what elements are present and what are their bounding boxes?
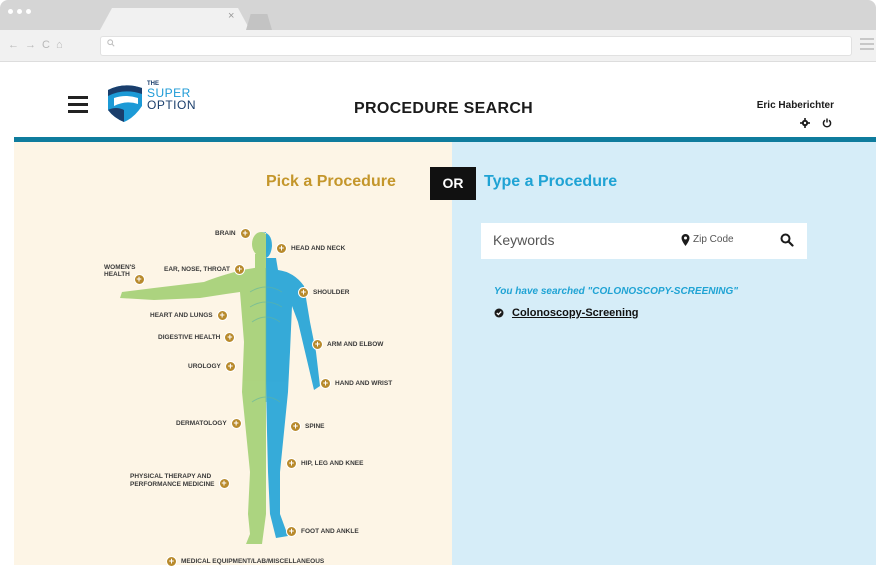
- body-part-label: UROLOGY: [188, 362, 221, 370]
- body-part-urology[interactable]: UROLOGY +: [188, 361, 236, 372]
- location-pin-icon: [681, 234, 690, 246]
- plus-icon[interactable]: +: [133, 274, 145, 285]
- tab-close-icon[interactable]: ×: [228, 10, 234, 22]
- browser-menu-icon[interactable]: [860, 38, 874, 53]
- plus-icon[interactable]: +: [290, 421, 301, 432]
- logo[interactable]: THE SUPER OPTION: [104, 80, 214, 124]
- plus-icon[interactable]: +: [230, 418, 242, 429]
- body-part-heart-lungs[interactable]: HEART AND LUNGS +: [150, 310, 228, 321]
- body-part-hip-leg-knee[interactable]: + HIP, LEG AND KNEE: [286, 458, 363, 469]
- check-circle-icon: [494, 308, 504, 318]
- body-part-digestive[interactable]: DIGESTIVE HEALTH +: [158, 332, 236, 343]
- body-part-head-neck[interactable]: + HEAD AND NECK: [276, 243, 345, 254]
- plus-icon[interactable]: +: [224, 332, 236, 343]
- address-search-icon: [107, 39, 115, 47]
- window-maximize-dot[interactable]: [26, 9, 31, 14]
- window-close-dot[interactable]: [8, 9, 13, 14]
- reload-icon[interactable]: C: [42, 39, 50, 51]
- body-part-label: WOMEN'S HEALTH: [104, 264, 136, 279]
- plus-icon[interactable]: +: [286, 458, 297, 469]
- body-part-label: HEART AND LUNGS: [150, 311, 213, 319]
- search-box: [481, 223, 807, 259]
- keywords-input[interactable]: [493, 232, 673, 248]
- body-part-dermatology[interactable]: DERMATOLOGY +: [176, 418, 242, 429]
- forward-icon[interactable]: →: [25, 39, 36, 51]
- body-part-label: EAR, NOSE, THROAT: [164, 265, 230, 273]
- body-part-label: SPINE: [305, 422, 325, 430]
- body-part-medical-equipment[interactable]: + MEDICAL EQUIPMENT/LAB/MISCELLANEOUS: [166, 556, 324, 567]
- plus-icon[interactable]: +: [320, 378, 331, 389]
- plus-icon[interactable]: +: [298, 287, 309, 298]
- body-part-label: DERMATOLOGY: [176, 419, 227, 427]
- browser-tab-strip: ×: [0, 0, 876, 30]
- power-icon[interactable]: [822, 118, 832, 128]
- logo-text: THE SUPER OPTION: [147, 81, 196, 111]
- browser-window: × ← → C ⌂ THE SUPER OPTION PROCEDURE SEA…: [0, 0, 876, 567]
- body-part-label: HAND AND WRIST: [335, 379, 393, 387]
- browser-toolbar: ← → C ⌂: [0, 30, 876, 62]
- user-name[interactable]: Eric Haberichter: [757, 100, 834, 111]
- body-part-arm-elbow[interactable]: + ARM AND ELBOW: [312, 339, 383, 350]
- body-part-shoulder[interactable]: + SHOULDER: [298, 287, 349, 298]
- body-part-foot-ankle[interactable]: + FOOT AND ANKLE: [286, 526, 359, 537]
- back-icon[interactable]: ←: [8, 39, 19, 51]
- type-procedure-heading: Type a Procedure: [484, 173, 618, 190]
- user-actions: [800, 118, 832, 128]
- plus-icon[interactable]: +: [218, 478, 230, 489]
- address-bar[interactable]: [100, 36, 852, 56]
- search-icon[interactable]: [780, 233, 794, 247]
- body-part-label: FOOT AND ANKLE: [301, 527, 359, 535]
- body-part-label: BRAIN: [215, 229, 236, 237]
- body-part-label: ARM AND ELBOW: [327, 340, 384, 348]
- searched-message: You have searched "COLONOSCOPY-SCREENING…: [494, 286, 738, 297]
- body-part-brain[interactable]: BRAIN +: [215, 228, 251, 239]
- type-procedure-panel: [452, 142, 876, 565]
- window-controls[interactable]: [8, 9, 31, 14]
- body-figure[interactable]: [14, 142, 452, 565]
- body-right-half-blue: [261, 232, 320, 538]
- logo-option: OPTION: [147, 98, 197, 112]
- plus-icon[interactable]: +: [233, 264, 245, 275]
- plus-icon[interactable]: +: [276, 243, 287, 254]
- body-part-label: HIP, LEG AND KNEE: [301, 459, 364, 467]
- home-icon[interactable]: ⌂: [56, 39, 63, 51]
- page-title: PROCEDURE SEARCH: [354, 100, 534, 117]
- body-part-label: DIGESTIVE HEALTH: [158, 333, 221, 341]
- result-link[interactable]: Colonoscopy-Screening: [512, 307, 639, 319]
- plus-icon[interactable]: +: [286, 526, 297, 537]
- plus-icon[interactable]: +: [224, 361, 236, 372]
- gear-icon[interactable]: [800, 118, 810, 128]
- result-item[interactable]: Colonoscopy-Screening: [494, 307, 639, 319]
- body-part-label: PHYSICAL THERAPY AND PERFORMANCE MEDICIN…: [130, 473, 215, 488]
- body-part-spine[interactable]: + SPINE: [290, 421, 325, 432]
- browser-nav-buttons: ← → C ⌂: [8, 39, 63, 51]
- browser-new-tab[interactable]: [246, 14, 272, 30]
- body-part-womens-health[interactable]: WOMEN'S HEALTH +: [104, 264, 145, 285]
- body-part-label: SHOULDER: [313, 288, 350, 296]
- menu-icon[interactable]: [68, 96, 88, 117]
- body-part-label: MEDICAL EQUIPMENT/LAB/MISCELLANEOUS: [181, 557, 325, 565]
- plus-icon[interactable]: +: [312, 339, 323, 350]
- body-part-ent[interactable]: EAR, NOSE, THROAT +: [164, 264, 245, 275]
- body-part-label: HEAD AND NECK: [291, 244, 346, 252]
- zip-code-input[interactable]: [693, 234, 763, 245]
- site-header: THE SUPER OPTION PROCEDURE SEARCH Eric H…: [14, 62, 876, 138]
- plus-icon[interactable]: +: [216, 310, 228, 321]
- body-part-physical-therapy[interactable]: PHYSICAL THERAPY AND PERFORMANCE MEDICIN…: [130, 472, 230, 489]
- logo-mark-icon: [108, 85, 142, 122]
- body-part-hand-wrist[interactable]: + HAND AND WRIST: [320, 378, 392, 389]
- plus-icon[interactable]: +: [166, 556, 177, 567]
- plus-icon[interactable]: +: [239, 228, 251, 239]
- window-minimize-dot[interactable]: [17, 9, 22, 14]
